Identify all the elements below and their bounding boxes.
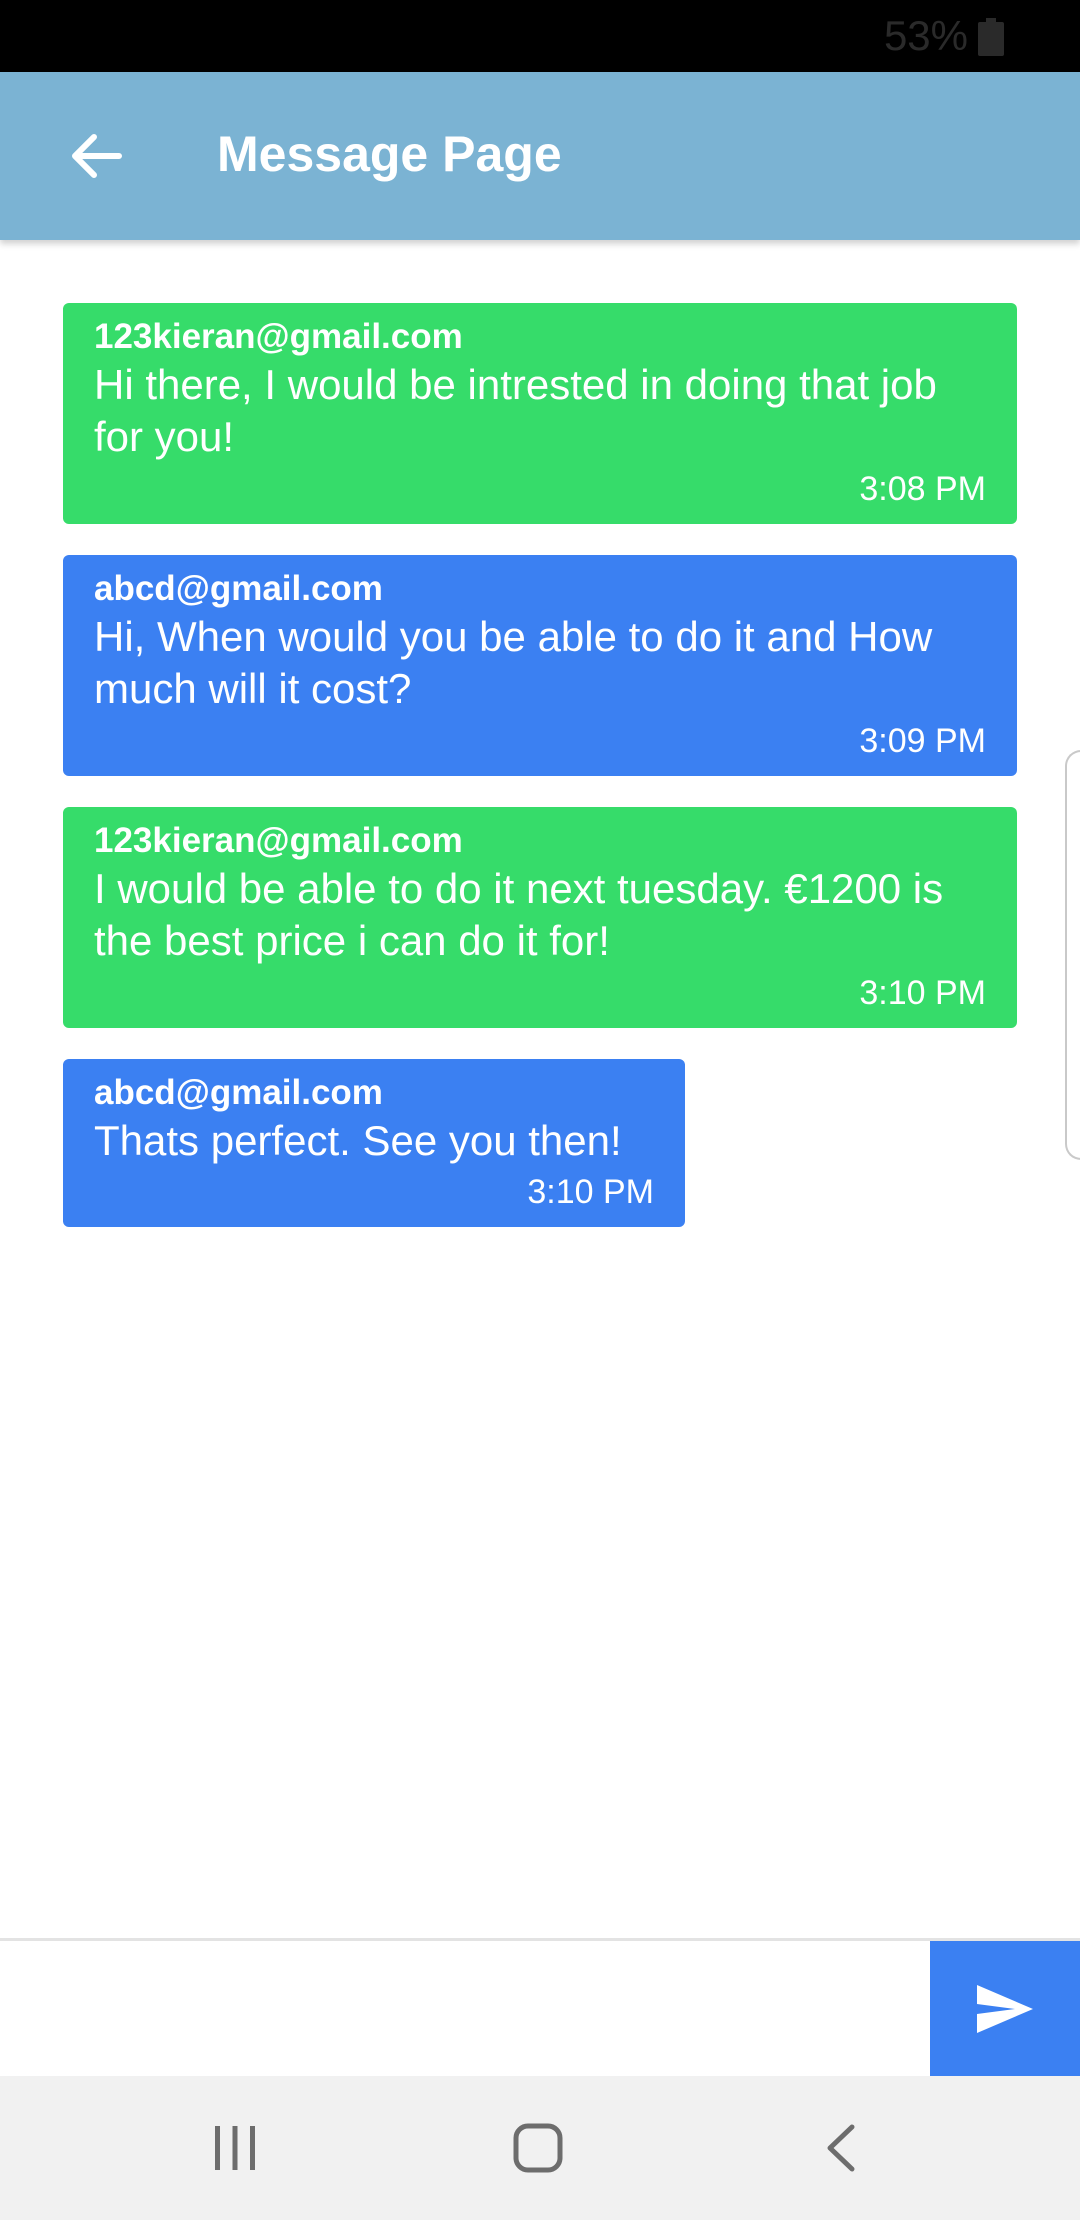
message-sender: abcd@gmail.com [94, 569, 383, 608]
message-bubble: abcd@gmail.com Hi, When would you be abl… [63, 555, 1017, 776]
home-button[interactable] [478, 2098, 598, 2198]
edge-panel-handle[interactable] [1065, 750, 1080, 1160]
message-time: 3:10 PM [527, 1173, 654, 1211]
message-text: Hi there, I would be intrested in doing … [94, 361, 937, 460]
message-time: 3:09 PM [859, 722, 986, 760]
message-sender: 123kieran@gmail.com [94, 317, 463, 356]
app-bar: Message Page [0, 72, 1080, 240]
battery-icon [978, 18, 1004, 56]
send-icon [977, 1984, 1033, 2033]
battery-percent: 53% [883, 12, 968, 59]
message-sender: 123kieran@gmail.com [94, 821, 463, 860]
message-bubble: 123kieran@gmail.com Hi there, I would be… [63, 303, 1017, 524]
message-text: I would be able to do it next tuesday. €… [94, 865, 944, 964]
system-nav-bar [0, 2076, 1080, 2220]
message-time: 3:08 PM [859, 470, 986, 508]
back-chevron-icon [827, 2124, 855, 2172]
send-button[interactable] [930, 1941, 1080, 2076]
message-text: Thats perfect. See you then! [94, 1117, 622, 1164]
arrow-left-icon [72, 134, 122, 178]
back-button[interactable] [52, 116, 140, 196]
message-bubble: abcd@gmail.com Thats perfect. See you th… [63, 1059, 685, 1227]
message-sender: abcd@gmail.com [94, 1073, 383, 1112]
home-icon [513, 2123, 563, 2173]
composer-bar [0, 1938, 1080, 2076]
message-time: 3:10 PM [859, 974, 986, 1012]
message-bubble: 123kieran@gmail.com I would be able to d… [63, 807, 1017, 1028]
recents-icon [215, 2126, 255, 2170]
recents-button[interactable] [175, 2098, 295, 2198]
system-back-button[interactable] [780, 2098, 900, 2198]
message-input[interactable] [0, 1941, 930, 2076]
status-bar: 53% [0, 0, 1080, 72]
page-title: Message Page [217, 126, 562, 182]
message-text: Hi, When would you be able to do it and … [94, 613, 933, 712]
